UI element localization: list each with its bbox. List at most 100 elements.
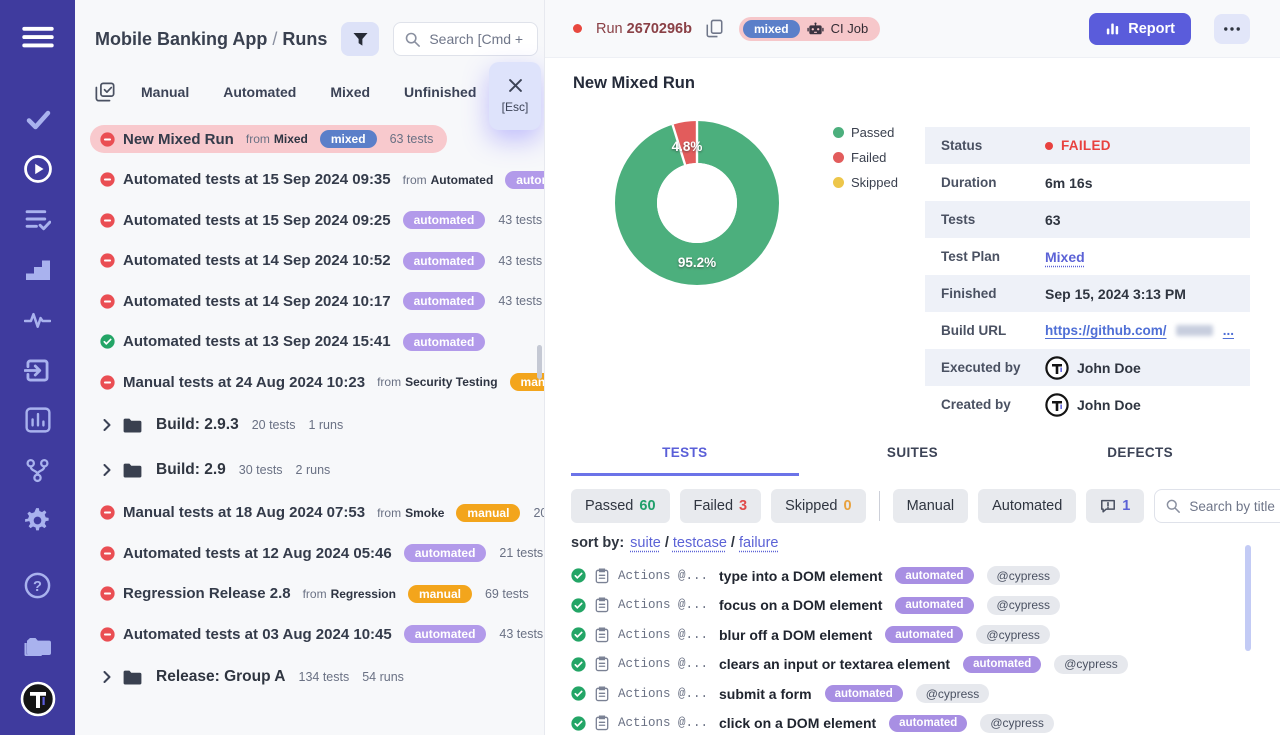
sort-row: sort by:suite / testcase / failure [571,535,1254,551]
details-label: Test Plan [941,249,1045,264]
run-tests-count: 43 tests [498,294,542,308]
search-icon [405,32,420,47]
tab-tests[interactable]: TESTS [571,445,799,476]
runs-tab-automated[interactable]: Automated [223,84,296,100]
filter-passed-button[interactable]: Passed 60 [571,489,670,523]
comments-filter-button[interactable]: 1 [1086,489,1144,523]
filter-skipped-button[interactable]: Skipped 0 [771,489,865,523]
ci-job-badge[interactable]: mixed CI Job [739,17,880,41]
run-from: fromRegression [303,587,396,601]
folder-icon [123,463,142,478]
failed-icon [100,505,115,520]
sidebar-item-activity[interactable] [0,295,75,345]
folder-row[interactable]: Release: Group A134 tests54 runs [100,655,544,700]
runs-tab-unfinished[interactable]: Unfinished [404,84,476,100]
run-row[interactable]: Regression Release 2.8fromRegressionmanu… [100,574,544,615]
chevron-right-icon[interactable] [103,464,111,476]
details-row: Duration6m 16s [925,164,1250,201]
sidebar-item-runs[interactable] [0,144,75,194]
report-button[interactable]: Report [1089,13,1191,45]
test-type-badge: automated [895,567,973,584]
select-all-icon[interactable] [95,82,115,102]
sidebar-item-projects[interactable] [0,621,75,671]
runs-search-input[interactable] [429,31,526,47]
chevron-right-icon[interactable] [103,671,111,683]
sort-link-testcase[interactable]: testcase [673,535,727,551]
run-row[interactable]: Manual tests at 18 Aug 2024 07:53fromSmo… [100,493,544,534]
tests-scrollbar[interactable] [1245,545,1251,651]
app-sidebar: ? [0,0,75,735]
runs-scrollbar[interactable] [537,345,542,379]
menu-button[interactable] [0,20,75,54]
chevron-right-icon[interactable] [103,419,111,431]
run-row[interactable]: Automated tests at 15 Sep 2024 09:25auto… [100,200,544,241]
details-value: John Doe [1045,356,1141,380]
sidebar-item-import[interactable] [0,345,75,395]
test-row[interactable]: Actions @...click on a DOM elementautoma… [571,709,1254,735]
sidebar-item-settings[interactable] [0,496,75,546]
sort-link-failure[interactable]: failure [739,535,779,551]
search-icon [1166,499,1180,513]
copy-icon [706,19,723,38]
legend-item-failed[interactable]: Failed [833,150,925,165]
run-row[interactable]: Automated tests at 13 Sep 2024 15:41auto… [100,322,544,363]
more-options-button[interactable] [1214,14,1250,44]
folder-icon [24,635,52,657]
breadcrumb: Mobile Banking App/Runs [95,29,327,50]
run-row[interactable]: New Mixed RunfromMixedmixed63 tests [100,119,544,160]
sidebar-item-branches[interactable] [0,445,75,495]
sort-link-suite[interactable]: suite [630,535,661,551]
filter-manual-button[interactable]: Manual [893,489,969,523]
run-row[interactable]: Automated tests at 03 Aug 2024 10:45auto… [100,614,544,655]
sidebar-item-help[interactable]: ? [0,560,75,610]
run-row[interactable]: Automated tests at 14 Sep 2024 10:17auto… [100,281,544,322]
sidebar-item-test-plans[interactable] [0,194,75,244]
app-logo[interactable] [0,680,75,719]
runs-tab-mixed[interactable]: Mixed [330,84,370,100]
filter-button[interactable] [341,22,379,56]
run-row[interactable]: Automated tests at 14 Sep 2024 10:52auto… [100,241,544,282]
test-type-badge: automated [895,597,973,614]
legend-item-passed[interactable]: Passed [833,125,925,140]
breadcrumb-project[interactable]: Mobile Banking App [95,29,267,49]
run-title: Automated tests at 14 Sep 2024 10:17 [123,293,391,310]
runs-tab-manual[interactable]: Manual [141,84,189,100]
run-row[interactable]: Manual tests at 24 Aug 2024 10:23fromSec… [100,362,544,403]
details-value[interactable]: Mixed [1045,249,1085,265]
failed-status-dot [573,24,582,33]
legend-dot [833,177,844,188]
details-value[interactable]: https://github.com/... [1045,323,1234,338]
run-id-label: Run [596,21,623,37]
details-value: John Doe [1045,393,1141,417]
test-row[interactable]: Actions @...focus on a DOM elementautoma… [571,591,1254,621]
tab-defects[interactable]: DEFECTS [1026,445,1254,476]
test-row[interactable]: Actions @...submit a formautomated@cypre… [571,679,1254,709]
sidebar-item-analytics[interactable] [0,395,75,445]
copy-run-id-button[interactable] [704,17,725,40]
filter-manual-label: Manual [907,498,955,514]
test-title: submit a form [719,686,812,702]
test-row[interactable]: Actions @...blur off a DOM elementautoma… [571,620,1254,650]
testcase-icon [595,627,609,643]
filter-failed-button[interactable]: Failed 3 [680,489,762,523]
test-row[interactable]: Actions @...clears an input or textarea … [571,650,1254,680]
tests-search[interactable] [1154,489,1280,523]
run-row[interactable]: Automated tests at 15 Sep 2024 09:35from… [100,160,544,201]
runs-search[interactable] [393,22,538,56]
esc-label: [Esc] [502,100,529,114]
folder-tests-count: 20 tests [252,418,296,432]
tab-suites[interactable]: SUITES [799,445,1027,476]
suite-name: Actions @... [618,716,706,730]
test-title: blur off a DOM element [719,627,872,643]
filter-automated-button[interactable]: Automated [978,489,1076,523]
folder-row[interactable]: Build: 2.930 tests2 runs [100,448,544,493]
close-esc-button[interactable]: [Esc] [489,62,541,130]
run-row[interactable]: Automated tests at 12 Aug 2024 05:46auto… [100,533,544,574]
folder-row[interactable]: Build: 2.9.320 tests1 runs [100,403,544,448]
run-title: Automated tests at 15 Sep 2024 09:25 [123,212,391,229]
legend-item-skipped[interactable]: Skipped [833,175,925,190]
tests-search-input[interactable] [1189,499,1280,514]
sidebar-item-tasks[interactable] [0,94,75,144]
test-row[interactable]: Actions @...type into a DOM elementautom… [571,561,1254,591]
sidebar-item-milestones[interactable] [0,244,75,294]
